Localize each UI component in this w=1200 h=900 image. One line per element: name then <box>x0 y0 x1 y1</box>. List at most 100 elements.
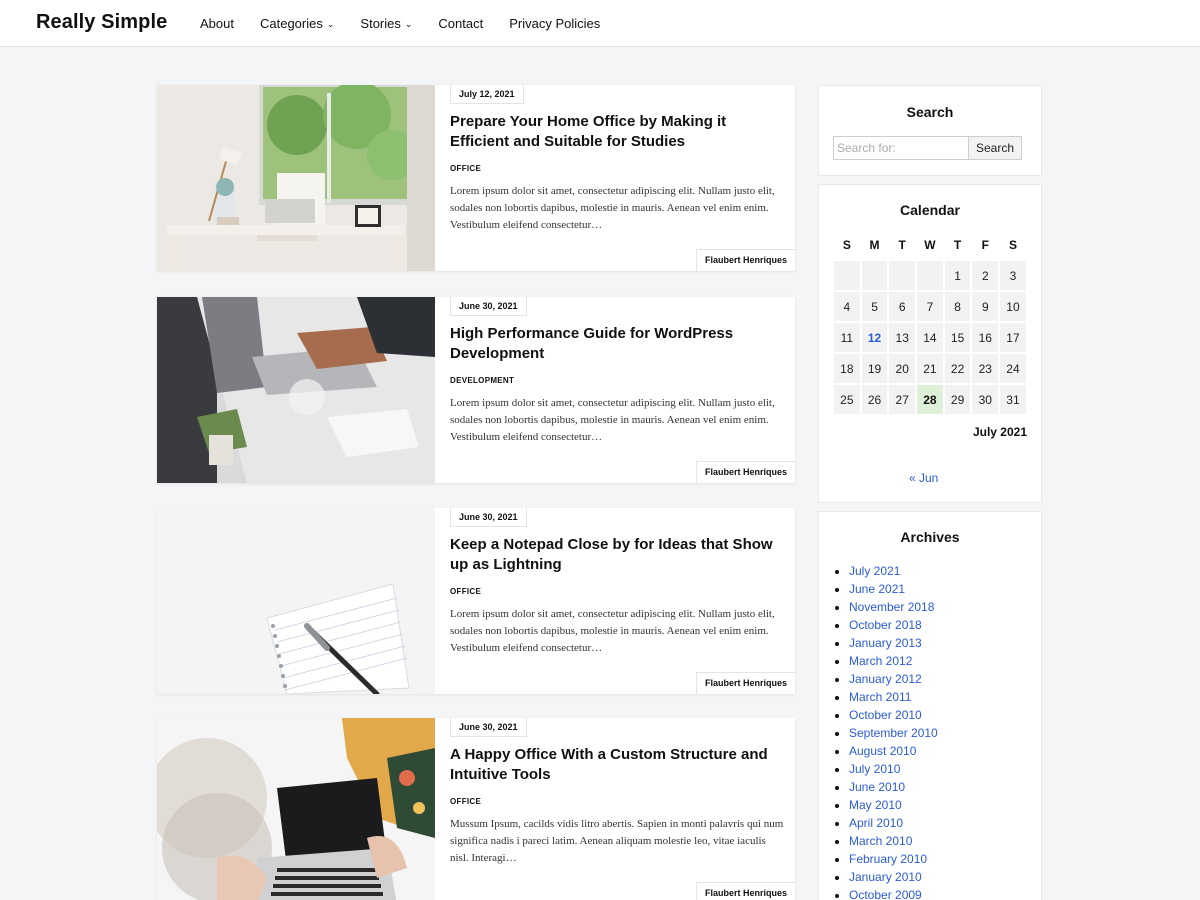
widget-title: Calendar <box>900 202 960 218</box>
widget-title: Archives <box>900 529 960 545</box>
archive-link[interactable]: October 2009 <box>849 886 938 900</box>
post-excerpt: Lorem ipsum dolor sit amet, consectetur … <box>450 397 775 443</box>
post-thumbnail[interactable] <box>157 508 435 694</box>
archive-link[interactable]: April 2010 <box>849 814 938 832</box>
nav-item-categories[interactable]: Categories ⌄ <box>260 16 334 31</box>
main-navigation: About Categories ⌄ Stories ⌄ Contact Priva… <box>200 16 626 31</box>
calendar-day: 22 <box>943 353 972 384</box>
post-category[interactable]: OFFICE <box>450 164 481 173</box>
nav-item-label: Privacy Policies <box>509 16 601 31</box>
calendar-empty-cell <box>860 260 889 291</box>
search-input[interactable] <box>833 136 969 160</box>
nav-item-stories[interactable]: Stories ⌄ <box>360 16 412 31</box>
nav-item-label: Stories <box>360 16 401 31</box>
calendar-day: 26 <box>860 384 889 415</box>
calendar-day: 4 <box>833 291 861 322</box>
search-button[interactable]: Search <box>968 136 1022 160</box>
archive-link[interactable]: May 2010 <box>849 796 938 814</box>
post-title[interactable]: Keep a Notepad Close by for Ideas that S… <box>450 535 785 575</box>
post-excerpt: Lorem ipsum dolor sit amet, consectetur … <box>450 608 775 654</box>
post-author[interactable]: Flaubert Henriques <box>695 249 795 271</box>
post-category[interactable]: DEVELOPMENT <box>450 376 514 385</box>
calendar-day: 21 <box>916 353 944 384</box>
calendar-day: 2 <box>971 260 1000 291</box>
nav-item-label: Contact <box>438 16 484 31</box>
post-thumbnail[interactable] <box>157 297 435 483</box>
post-title[interactable]: High Performance Guide for WordPress Dev… <box>450 324 785 364</box>
calendar-weekday: T <box>898 237 906 252</box>
post-author[interactable]: Flaubert Henriques <box>695 672 795 694</box>
calendar-day: 18 <box>833 353 861 384</box>
calendar-weekday: M <box>869 237 880 252</box>
post-author[interactable]: Flaubert Henriques <box>695 461 795 483</box>
post-excerpt: Lorem ipsum dolor sit amet, consectetur … <box>450 185 775 231</box>
archive-link[interactable]: January 2013 <box>849 634 938 652</box>
calendar-day: 6 <box>888 291 917 322</box>
site-title[interactable]: Really Simple <box>36 11 167 34</box>
archives-widget: Archives July 2021June 2021November 2018… <box>818 511 1042 900</box>
calendar-day: 24 <box>999 353 1027 384</box>
archive-link[interactable]: March 2011 <box>849 688 938 706</box>
archive-link[interactable]: March 2010 <box>849 832 938 850</box>
archive-link[interactable]: March 2012 <box>849 652 938 670</box>
calendar-day: 1 <box>943 260 972 291</box>
calendar-caption: July 2021 <box>972 425 1027 439</box>
archive-link[interactable]: June 2021 <box>849 580 938 598</box>
nav-item-privacy-policies[interactable]: Privacy Policies <box>509 16 600 31</box>
post-date[interactable]: June 30, 2021 <box>450 297 527 316</box>
archive-link[interactable]: August 2010 <box>849 742 938 760</box>
nav-item-label: About <box>200 16 234 31</box>
post-title[interactable]: Prepare Your Home Office by Making it Ef… <box>450 112 785 152</box>
calendar-prev-link[interactable]: « Jun <box>909 471 938 485</box>
archive-link[interactable]: June 2010 <box>849 778 938 796</box>
calendar-empty-cell <box>888 260 917 291</box>
post-thumbnail[interactable] <box>157 85 435 271</box>
calendar-day: 20 <box>888 353 917 384</box>
calendar-day: 14 <box>916 322 944 353</box>
archive-link[interactable]: January 2010 <box>849 868 938 886</box>
chevron-down-icon: ⌄ <box>404 19 413 29</box>
calendar-day: 17 <box>999 322 1027 353</box>
nav-item-contact[interactable]: Contact <box>438 16 483 31</box>
archive-link[interactable]: January 2012 <box>849 670 938 688</box>
calendar-day: 19 <box>860 353 889 384</box>
search-widget: Search Search <box>818 85 1042 176</box>
calendar-week-row: 11 12 13 14 15 16 17 <box>833 322 1027 353</box>
calendar-day: 7 <box>916 291 944 322</box>
calendar-empty-cell <box>833 260 861 291</box>
site-header: Really Simple About Categories ⌄ Stories ⌄… <box>0 0 1200 47</box>
archive-list: July 2021June 2021November 2018October 2… <box>849 562 938 900</box>
post-category[interactable]: OFFICE <box>450 587 481 596</box>
post-date[interactable]: June 30, 2021 <box>450 508 527 527</box>
calendar-weekday: T <box>953 237 962 252</box>
nav-item-about[interactable]: About <box>200 16 234 31</box>
archive-link[interactable]: February 2010 <box>849 850 938 868</box>
calendar-week-row: 4 5 6 7 8 9 10 <box>833 291 1027 322</box>
calendar-day: 30 <box>971 384 1000 415</box>
archive-link[interactable]: July 2021 <box>849 562 938 580</box>
archive-link[interactable]: November 2018 <box>849 598 938 616</box>
post-author[interactable]: Flaubert Henriques <box>695 882 795 900</box>
archive-link[interactable]: July 2010 <box>849 760 938 778</box>
calendar-day: 9 <box>971 291 1000 322</box>
post-thumbnail[interactable] <box>157 718 435 900</box>
post-category[interactable]: OFFICE <box>450 797 481 806</box>
post-card: June 30, 2021 A Happy Office With a Cust… <box>157 718 795 900</box>
calendar-day: 25 <box>833 384 861 415</box>
archive-link[interactable]: October 2010 <box>849 706 938 724</box>
widget-title: Search <box>906 104 954 120</box>
post-title[interactable]: A Happy Office With a Custom Structure a… <box>450 745 785 785</box>
calendar-day-link[interactable]: 12 <box>860 322 889 353</box>
calendar-weekday: F <box>981 237 989 252</box>
chevron-down-icon: ⌄ <box>326 19 335 29</box>
calendar-day: 10 <box>999 291 1027 322</box>
calendar-week-row: 123 <box>833 260 1027 291</box>
calendar-weekday: W <box>924 237 936 252</box>
post-card: June 30, 2021 High Performance Guide for… <box>157 297 795 483</box>
post-date[interactable]: July 12, 2021 <box>450 85 524 104</box>
calendar-day: 11 <box>833 322 861 353</box>
archive-link[interactable]: October 2018 <box>849 616 938 634</box>
post-date[interactable]: June 30, 2021 <box>450 718 527 737</box>
nav-item-label: Categories <box>259 16 323 31</box>
archive-link[interactable]: September 2010 <box>849 724 938 742</box>
